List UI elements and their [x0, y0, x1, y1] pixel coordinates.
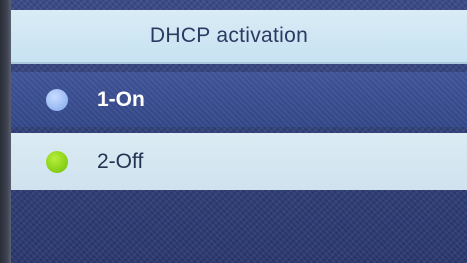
option-off-label: 2-Off [97, 149, 144, 173]
device-screen: DHCP activation 1-On 2-Off [0, 0, 467, 263]
option-on-label: 1-On [97, 87, 145, 111]
option-off[interactable]: 2-Off [11, 133, 467, 190]
screen-bezel [0, 0, 11, 263]
radio-selected-icon [46, 150, 68, 173]
screen-title: DHCP activation [149, 24, 309, 47]
option-on[interactable]: 1-On [11, 72, 467, 127]
title-bar: DHCP activation [11, 10, 467, 64]
radio-indicator-icon [46, 88, 68, 111]
